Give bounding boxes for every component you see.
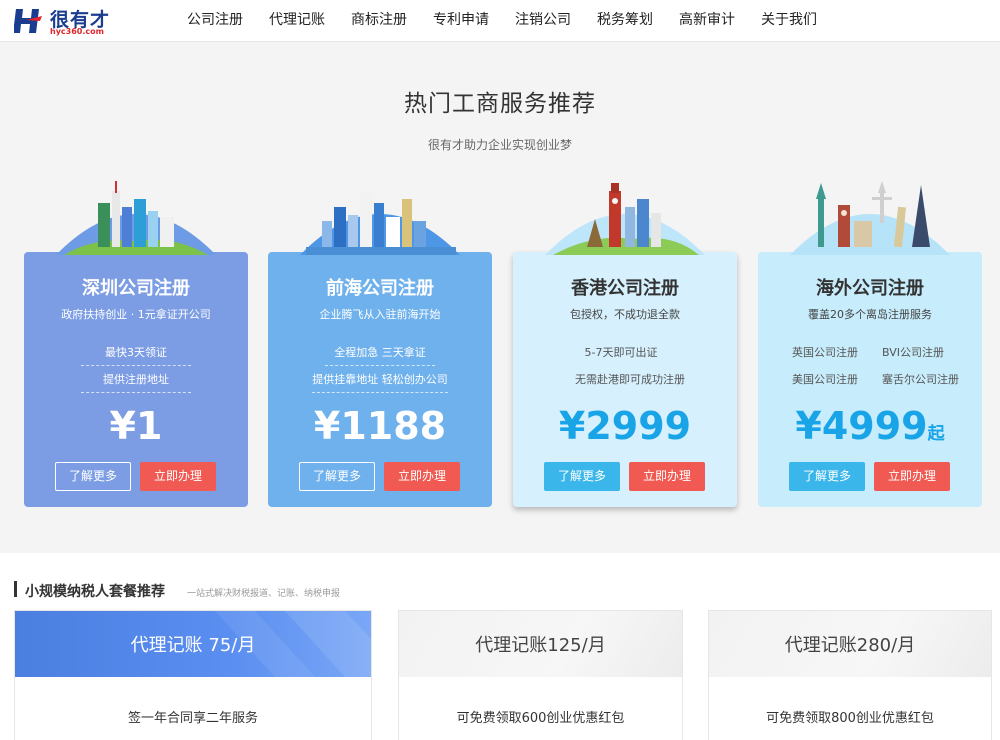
package-title: 代理记账125/月 (475, 635, 606, 656)
nav-item-patent[interactable]: 专利申请 (421, 0, 501, 42)
shenzhen-skyline-illustration (56, 181, 216, 255)
card-subtitle: 企业腾飞从入驻前海开始 (319, 308, 441, 321)
card-price: ¥2999 (558, 404, 692, 448)
learn-more-button[interactable]: 了解更多 (55, 462, 131, 491)
package-card-125[interactable]: 代理记账125/月 可免费领取600创业优惠红包 (398, 610, 683, 740)
card-title: 香港公司注册 (571, 278, 679, 299)
learn-more-button[interactable]: 了解更多 (789, 462, 865, 491)
small-taxpayer-section: 小规模纳税人套餐推荐 一站式解决财税报道、记账、纳税申报 代理记账 75/月 签… (0, 553, 1000, 740)
country-item-uk[interactable]: 英国公司注册 (792, 344, 858, 360)
nav-item-company-registration[interactable]: 公司注册 (175, 0, 255, 42)
country-item-bvi[interactable]: BVI公司注册 (882, 344, 944, 360)
learn-more-button[interactable]: 了解更多 (299, 462, 375, 491)
service-card-overseas: 海外公司注册 覆盖20多个离岛注册服务 英国公司注册 BVI公司注册 美国公司注… (758, 181, 982, 507)
brand-domain: hyc360.com (50, 27, 104, 36)
section-heading-subtitle: 一站式解决财税报道、记账、纳税申报 (187, 589, 341, 599)
nav-item-about-us[interactable]: 关于我们 (749, 0, 829, 42)
main-nav: 公司注册 代理记账 商标注册 专利申请 注销公司 税务筹划 高新审计 关于我们 (175, 0, 831, 42)
card-price: ¥1 (109, 404, 163, 448)
package-desc: 可免费领取600创业优惠红包 (456, 711, 625, 726)
package-title: 代理记账280/月 (784, 635, 916, 656)
package-desc: 可免费领取800创业优惠红包 (766, 711, 934, 726)
country-item-us[interactable]: 美国公司注册 (792, 371, 858, 387)
country-item-seychelles[interactable]: 塞舌尔公司注册 (882, 371, 959, 387)
logo[interactable]: 很有才 hyc360.com (14, 6, 114, 38)
section-title: 热门工商服务推荐 (404, 91, 596, 117)
service-card-shenzhen: 深圳公司注册 政府扶持创业 · 1元拿证开公司 最快3天领证 提供注册地址 ¥1… (24, 181, 248, 507)
card-price: ¥4999起 (795, 404, 945, 448)
card-title: 海外公司注册 (816, 278, 924, 299)
card-feature: 最快3天领证 (81, 344, 191, 366)
service-card-qianhai: 前海公司注册 企业腾飞从入驻前海开始 全程加急 三天拿证 提供挂靠地址 轻松创办… (268, 191, 492, 507)
section-heading-title: 小规模纳税人套餐推荐 (25, 584, 165, 600)
qianhai-skyline-illustration (300, 191, 460, 255)
card-feature: 全程加急 三天拿证 (325, 344, 435, 366)
package-title: 代理记账 75/月 (130, 635, 256, 656)
card-feature: 无需赴港即可成功注册 (575, 373, 685, 386)
logo-h-icon (14, 9, 42, 33)
nav-item-trademark[interactable]: 商标注册 (339, 0, 419, 42)
package-card-75[interactable]: 代理记账 75/月 签一年合同享二年服务 (14, 610, 372, 740)
card-price: ¥1188 (313, 404, 447, 448)
apply-now-button[interactable]: 立即办理 (629, 462, 705, 491)
hongkong-skyline-illustration (545, 183, 705, 255)
world-landmarks-illustration (790, 181, 950, 255)
package-desc: 签一年合同享二年服务 (127, 711, 258, 726)
apply-now-button[interactable]: 立即办理 (384, 462, 460, 491)
card-subtitle: 覆盖20多个离岛注册服务 (808, 308, 932, 321)
apply-now-button[interactable]: 立即办理 (874, 462, 950, 491)
top-header: 很有才 hyc360.com 公司注册 代理记账 商标注册 专利申请 注销公司 … (0, 0, 1000, 42)
apply-now-button[interactable]: 立即办理 (140, 462, 216, 491)
card-feature: 5-7天即可出证 (584, 346, 658, 359)
card-title: 深圳公司注册 (82, 278, 190, 299)
section-subtitle: 很有才助力企业实现创业梦 (427, 138, 572, 152)
learn-more-button[interactable]: 了解更多 (544, 462, 620, 491)
nav-item-company-cancellation[interactable]: 注销公司 (503, 0, 583, 42)
service-card-hongkong: 香港公司注册 包授权，不成功退全款 5-7天即可出证 无需赴港即可成功注册 ¥2… (513, 183, 737, 507)
nav-item-hightech-audit[interactable]: 高新审计 (667, 0, 747, 42)
card-feature: 提供注册地址 (81, 371, 191, 393)
nav-item-bookkeeping[interactable]: 代理记账 (257, 0, 337, 42)
section-heading: 小规模纳税人套餐推荐 一站式解决财税报道、记账、纳税申报 (14, 581, 340, 600)
nav-item-tax-planning[interactable]: 税务筹划 (585, 0, 665, 42)
card-subtitle: 政府扶持创业 · 1元拿证开公司 (61, 308, 211, 321)
card-title: 前海公司注册 (326, 278, 434, 299)
package-card-280[interactable]: 代理记账280/月 可免费领取800创业优惠红包 (708, 610, 992, 740)
card-subtitle: 包授权，不成功退全款 (570, 308, 680, 321)
card-feature: 提供挂靠地址 轻松创办公司 (312, 371, 448, 393)
